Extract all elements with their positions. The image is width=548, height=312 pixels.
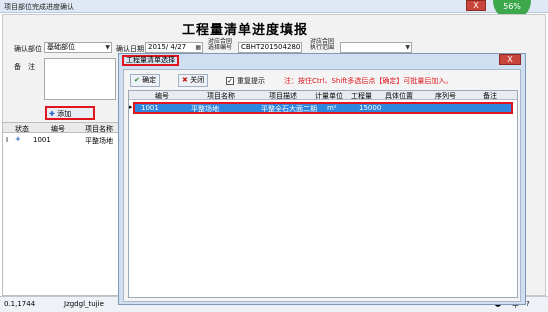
add-button-inner[interactable]: ✚ 添加 <box>49 109 91 118</box>
close-button[interactable]: ✖ 关闭 <box>178 74 209 87</box>
table-row[interactable]: 1001 平整场地 平整全石大面二期 m² 15000 <box>133 102 513 114</box>
remark-label: 备 注 <box>14 63 35 71</box>
col-remark: 备注 <box>483 92 497 100</box>
contract-no-label: 对应合同 选择编号 <box>208 38 233 51</box>
cell-code: 1001 <box>141 104 159 112</box>
repeat-hint-label: 重复提示 <box>237 77 265 85</box>
col-code: 编号 <box>155 92 169 100</box>
dialog-body: ✔ 确定 ✖ 关闭 ✓ 重复提示 注：按住Ctrl、Shift多选后点【确定】可… <box>123 69 521 302</box>
cell-qty: 15000 <box>359 104 382 112</box>
dialog-titlebar: 工程量清单选择 <box>119 54 525 67</box>
confirm-dept-select[interactable]: 基础部位 ▼ <box>44 42 112 53</box>
add-button[interactable]: ✚ 添加 <box>45 106 95 120</box>
selected-row-fill[interactable]: 1001 平整场地 平整全石大面二期 m² 15000 <box>135 104 511 113</box>
grid-header: 状态 编号 项目名称 <box>3 123 121 133</box>
contract-scope-label: 对应合同 执行范围 <box>310 38 335 51</box>
repeat-hint-checkbox[interactable]: ✓ 重复提示 <box>226 76 265 86</box>
col-desc: 项目描述 <box>269 92 297 100</box>
add-label: 添加 <box>57 110 72 118</box>
grid-row[interactable]: I + 1001 平整场地 <box>3 135 119 146</box>
col-qty: 工程量 <box>351 92 372 100</box>
contract-scope-select[interactable]: ▼ <box>340 42 412 53</box>
confirm-date-value: 2015/ 4/27 <box>148 43 187 51</box>
ok-label: 确定 <box>142 76 157 84</box>
window-close-button[interactable]: X <box>466 0 486 11</box>
dialog-close-button[interactable]: X <box>499 54 521 65</box>
help-icon[interactable]: ? <box>526 300 530 308</box>
form-title: 工程量清单进度填报 <box>182 23 309 38</box>
cell-unit: m² <box>327 104 337 112</box>
contract-no-value: CBHT2015042801 <box>241 43 302 51</box>
grid-cell-code: 1001 <box>33 136 51 144</box>
ellipsis-icon: … <box>294 44 300 51</box>
contract-no-field[interactable]: CBHT2015042801 … <box>238 42 302 53</box>
cell-desc: 平整全石大面二期 <box>261 105 317 113</box>
row-pointer-icon: ▸ <box>129 103 133 111</box>
status-value: 0.1,1744 <box>4 300 36 308</box>
confirm-dept-label: 确认部位 <box>14 45 42 53</box>
check-icon: ✔ <box>134 76 140 84</box>
col-serial: 序列号 <box>435 92 456 100</box>
grid-header-name: 项目名称 <box>85 125 113 133</box>
calendar-dropdown-icon: ▦ <box>195 44 201 51</box>
close-red-icon: ✖ <box>182 76 188 84</box>
ok-button[interactable]: ✔ 确定 <box>130 74 161 87</box>
col-unit: 计量单位 <box>315 92 343 100</box>
window-title: 项目部位完成进度确认 <box>4 3 74 11</box>
multi-select-hint: 注：按住Ctrl、Shift多选后点【确定】可批量后加入。 <box>284 77 453 85</box>
grid-header-status: 状态 <box>15 125 29 133</box>
bill-table: 编号 项目名称 项目描述 计量单位 工程量 具体位置 序列号 备注 ▸ 1001… <box>128 90 518 298</box>
plus-icon: ✚ <box>49 110 55 118</box>
chevron-down-icon: ▼ <box>405 44 410 51</box>
table-header: 编号 项目名称 项目描述 计量单位 工程量 具体位置 序列号 备注 <box>129 91 517 100</box>
progress-grid: 状态 编号 项目名称 I + 1001 平整场地 <box>2 122 121 296</box>
col-location: 具体位置 <box>385 92 413 100</box>
dialog-title: 工程量清单选择 <box>122 55 179 66</box>
remark-textarea[interactable] <box>44 58 116 100</box>
chevron-down-icon: ▼ <box>105 44 110 51</box>
close-icon[interactable]: X <box>473 1 478 10</box>
bill-selection-dialog: 工程量清单选择 X ✔ 确定 ✖ 关闭 ✓ 重复提示 注：按住Ctrl、Shif… <box>118 53 526 305</box>
row-marker: I <box>6 136 9 144</box>
checkbox-box[interactable]: ✓ <box>226 77 234 85</box>
status-plus-icon: + <box>15 135 21 143</box>
col-name: 项目名称 <box>207 92 235 100</box>
grid-header-code: 编号 <box>51 125 65 133</box>
status-module: Jzgdgl_tujie <box>64 300 104 308</box>
close-label: 关闭 <box>190 76 205 84</box>
close-icon[interactable]: X <box>507 55 512 64</box>
confirm-date-picker[interactable]: 2015/ 4/27 ▦ <box>145 42 203 53</box>
grid-cell-name: 平整场地 <box>85 137 113 145</box>
cell-name: 平整场地 <box>191 105 219 113</box>
confirm-dept-value: 基础部位 <box>47 43 75 51</box>
